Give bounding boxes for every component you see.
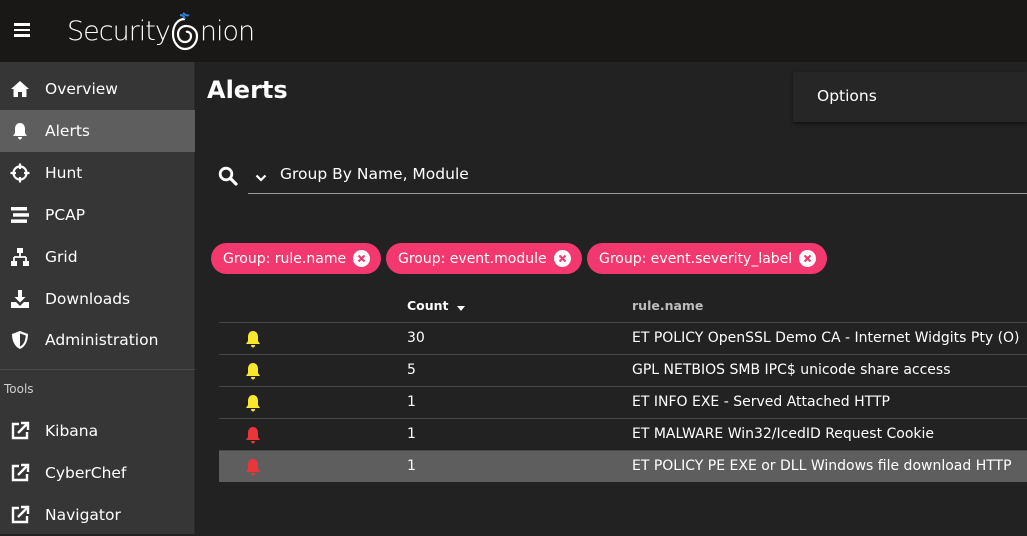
cell-count: 30: [407, 330, 425, 346]
table-row[interactable]: 1 ET MALWARE Win32/IcedID Request Cookie: [219, 418, 1027, 450]
shield-icon: [10, 330, 30, 350]
cell-rule-name: ET INFO EXE - Served Attached HTTP: [632, 394, 890, 410]
sidebar: Overview Alerts Hunt PCAP Grid Downloads: [0, 62, 195, 534]
sort-desc-icon: [456, 306, 465, 311]
main-content: Alerts Options Group By Name, Module Gro…: [196, 62, 1027, 534]
column-header-label: Count: [407, 298, 449, 313]
bell-icon[interactable]: [244, 394, 262, 412]
table-row[interactable]: 1 ET POLICY PE EXE or DLL Windows file d…: [219, 450, 1027, 482]
sidebar-item-label: CyberChef: [45, 464, 127, 482]
sidebar-item-grid[interactable]: Grid: [0, 236, 195, 278]
sidebar-item-label: Navigator: [45, 506, 121, 524]
sidebar-item-label: Hunt: [45, 164, 83, 182]
chip-label: Group: event.severity_label: [599, 250, 793, 267]
sidebar-item-label: Kibana: [45, 422, 99, 440]
sidebar-item-kibana[interactable]: Kibana: [0, 410, 195, 452]
close-circle-icon[interactable]: [799, 250, 817, 267]
crosshairs-icon: [10, 163, 30, 183]
table-row[interactable]: 1 ET INFO EXE - Served Attached HTTP: [219, 386, 1027, 418]
chip-label: Group: rule.name: [223, 250, 347, 267]
cell-count: 5: [407, 362, 416, 378]
cell-rule-name: ET MALWARE Win32/IcedID Request Cookie: [632, 426, 935, 442]
logo-text-security: Security: [67, 15, 171, 47]
query-input[interactable]: Group By Name, Module: [248, 154, 1027, 194]
logo-text-nion: nion: [199, 15, 255, 47]
onion-logo-icon: [171, 12, 198, 51]
sidebar-item-label: PCAP: [45, 206, 86, 224]
cell-count: 1: [407, 426, 416, 442]
sidebar-item-label: Overview: [45, 80, 118, 98]
options-panel[interactable]: Options: [793, 72, 1027, 122]
table-row[interactable]: 30 ET POLICY OpenSSL Demo CA - Internet …: [219, 322, 1027, 354]
sidebar-item-administration[interactable]: Administration: [0, 319, 195, 361]
stream-icon: [10, 205, 30, 225]
chip-label: Group: event.module: [398, 250, 547, 267]
sidebar-item-pcap[interactable]: PCAP: [0, 194, 195, 236]
query-text[interactable]: Group By Name, Module: [280, 165, 469, 183]
page-title: Alerts: [207, 76, 288, 104]
cell-count: 1: [407, 458, 416, 474]
bell-icon: [10, 121, 30, 141]
sidebar-item-downloads[interactable]: Downloads: [0, 278, 195, 320]
bell-icon[interactable]: [244, 426, 262, 444]
options-toggle[interactable]: Options: [817, 87, 877, 105]
sidebar-item-hunt[interactable]: Hunt: [0, 152, 195, 194]
network-icon: [10, 247, 30, 267]
tools-section-label: Tools: [4, 382, 34, 396]
close-circle-icon[interactable]: [353, 250, 371, 267]
group-chip-event-severity-label[interactable]: Group: event.severity_label: [587, 243, 828, 274]
chevron-down-icon[interactable]: [254, 170, 268, 184]
bell-icon[interactable]: [244, 458, 262, 476]
group-chip-event-module[interactable]: Group: event.module: [386, 243, 582, 274]
bell-icon[interactable]: [244, 330, 262, 348]
sidebar-item-cyberchef[interactable]: CyberChef: [0, 452, 195, 494]
sidebar-item-label: Grid: [45, 248, 78, 266]
group-chip-rule-name[interactable]: Group: rule.name: [211, 243, 382, 274]
sidebar-item-overview[interactable]: Overview: [0, 68, 195, 110]
download-icon: [10, 289, 30, 309]
column-header-rule-name[interactable]: rule.name: [632, 298, 703, 313]
sidebar-item-label: Alerts: [45, 122, 90, 140]
search-icon[interactable]: [218, 166, 238, 186]
cell-rule-name: ET POLICY OpenSSL Demo CA - Internet Wid…: [632, 330, 1020, 346]
sidebar-item-alerts[interactable]: Alerts: [0, 110, 195, 152]
home-icon: [10, 79, 30, 99]
table-row[interactable]: 5 GPL NETBIOS SMB IPC$ unicode share acc…: [219, 354, 1027, 386]
sidebar-item-navigator[interactable]: Navigator: [0, 494, 195, 536]
sidebar-divider: [0, 369, 195, 370]
hamburger-menu-icon[interactable]: [12, 20, 34, 40]
external-link-icon: [10, 505, 30, 525]
cell-rule-name: GPL NETBIOS SMB IPC$ unicode share acces…: [632, 362, 951, 378]
external-link-icon: [10, 421, 30, 441]
cell-rule-name: ET POLICY PE EXE or DLL Windows file dow…: [632, 458, 1012, 474]
bell-icon[interactable]: [244, 362, 262, 380]
sidebar-item-label: Administration: [45, 331, 159, 349]
column-header-count[interactable]: Count: [407, 298, 467, 313]
external-link-icon: [10, 463, 30, 483]
top-bar: Security nion: [0, 0, 1027, 62]
close-circle-icon[interactable]: [553, 250, 571, 267]
sidebar-item-label: Downloads: [45, 290, 131, 308]
cell-count: 1: [407, 394, 416, 410]
security-onion-logo: Security nion: [67, 8, 255, 54]
